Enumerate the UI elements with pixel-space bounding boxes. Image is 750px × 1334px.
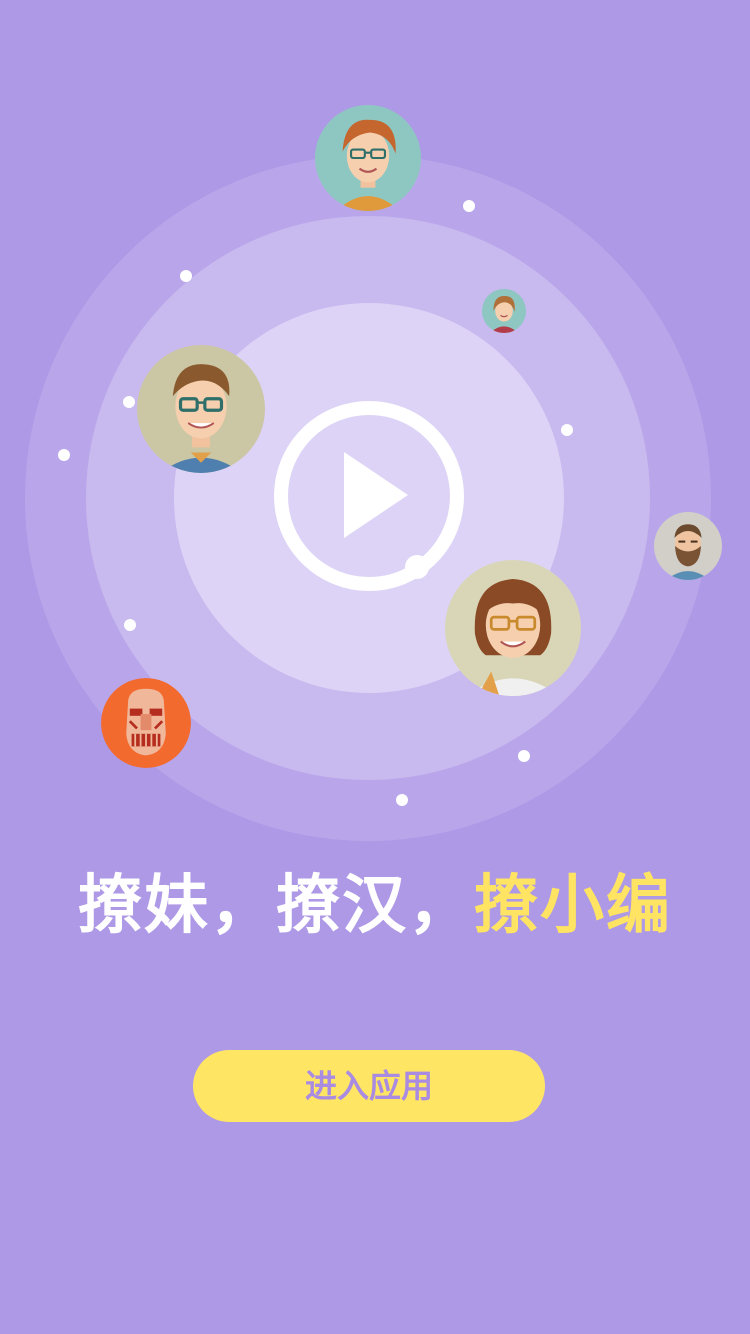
slogan: 撩妹，撩汉，撩小编 <box>0 866 750 946</box>
orbit-dot <box>463 200 475 212</box>
avatar-bearded-man[interactable] <box>654 512 722 580</box>
avatar-woman-glasses[interactable] <box>315 105 421 211</box>
slogan-part-plain: 撩妹，撩汉， <box>78 869 474 943</box>
orbit-dot <box>123 396 135 408</box>
avatar-titan[interactable] <box>101 678 191 768</box>
avatar-woman-bangs[interactable] <box>445 560 581 696</box>
play-icon <box>344 452 408 538</box>
enter-app-button[interactable]: 进入应用 <box>193 1050 545 1122</box>
slogan-part-accent: 撩小编 <box>474 869 672 943</box>
orbit-dot <box>124 619 136 631</box>
orbit-dot <box>396 794 408 806</box>
orbit-dot <box>58 449 70 461</box>
orbit-dot <box>518 750 530 762</box>
avatar-small-woman[interactable] <box>482 289 526 333</box>
avatar-man-glasses[interactable] <box>137 345 265 473</box>
progress-knob <box>405 555 429 579</box>
orbit-dot <box>561 424 573 436</box>
orbit-dot <box>180 270 192 282</box>
